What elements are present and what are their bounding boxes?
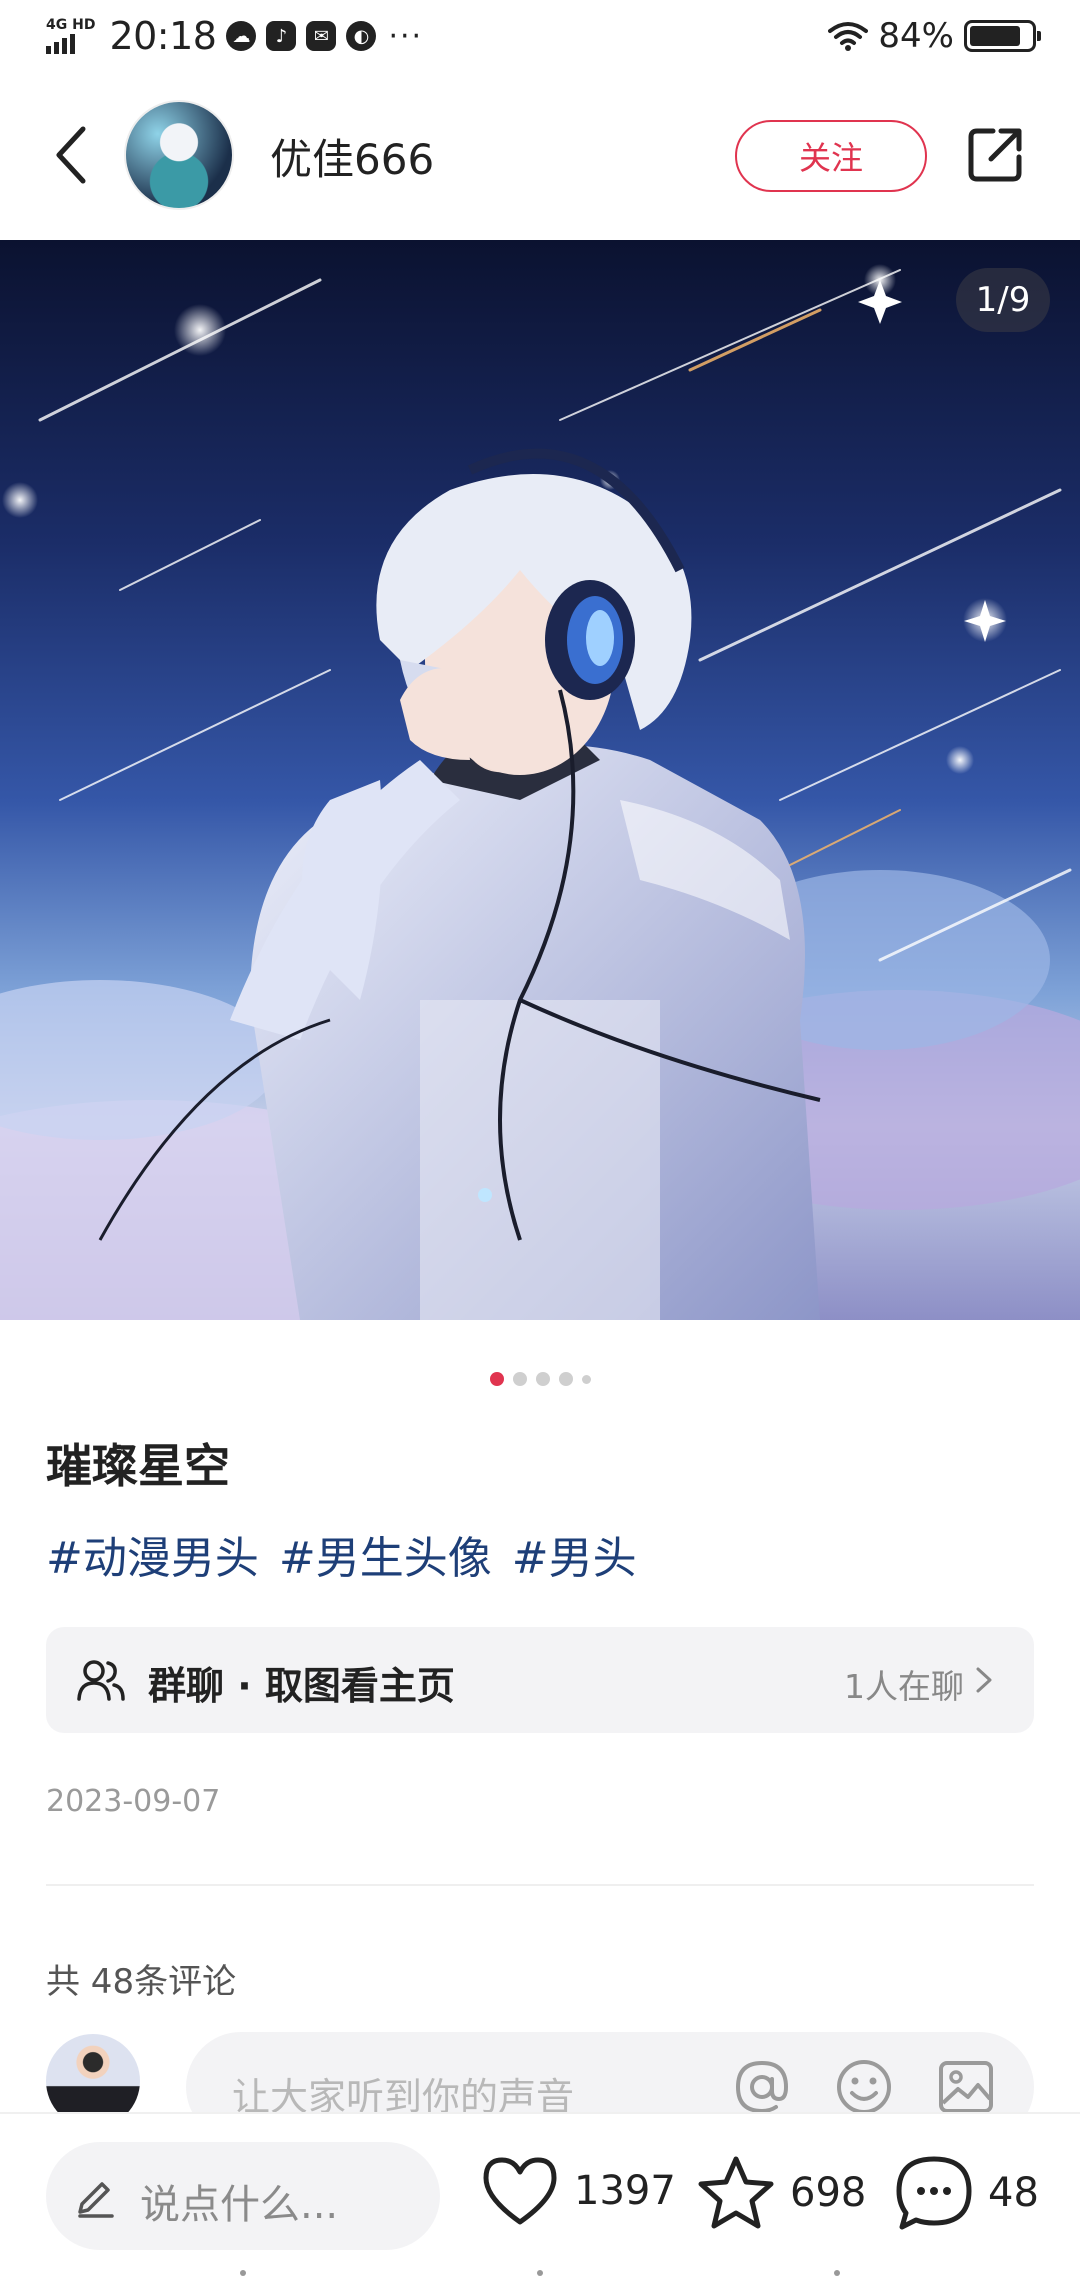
emoji-icon <box>837 2060 891 2114</box>
say-something-input[interactable]: 说点什么... <box>46 2142 440 2250</box>
star-icon <box>698 2156 774 2229</box>
back-arrow-icon <box>56 126 86 184</box>
carousel-dot <box>581 1374 591 1384</box>
wifi-icon <box>828 22 869 51</box>
back-button[interactable] <box>36 120 106 190</box>
carousel-dots <box>0 1372 1080 1386</box>
group-chat-card[interactable]: 群聊 · 取图看主页 1人在聊 <box>46 1627 1034 1733</box>
post-date: 2023-09-07 <box>46 1784 221 1819</box>
carousel-dot-active <box>489 1372 504 1386</box>
carousel-dot <box>558 1372 573 1386</box>
nav-dot <box>537 2270 543 2276</box>
at-icon <box>735 2060 789 2114</box>
author-name[interactable]: 优佳666 <box>270 126 434 187</box>
image-icon <box>939 2061 993 2113</box>
comment-bubble-icon <box>896 2156 972 2230</box>
like-button[interactable]: 1397 <box>480 2154 676 2228</box>
comment-count: 共 48条评论 <box>46 1962 237 2002</box>
post-title: 璀璨星空 <box>46 1439 230 1493</box>
like-count: 1397 <box>574 2168 676 2214</box>
group-users-icon <box>77 1660 125 1701</box>
image-page-indicator: 1/9 <box>956 268 1050 332</box>
planet-icon: ◐ <box>346 21 377 51</box>
chevron-right-icon <box>976 1667 992 1693</box>
share-button[interactable] <box>962 122 1028 188</box>
carousel-dot <box>512 1372 527 1386</box>
more-notifications-icon: ··· <box>388 18 424 54</box>
post-header: 优佳666 关注 <box>0 90 1080 220</box>
favorite-button[interactable]: 698 <box>696 2154 866 2232</box>
network-type: 4G HD <box>46 17 96 33</box>
cloud-icon: ☁ <box>226 21 257 51</box>
emoji-button[interactable] <box>834 2057 894 2117</box>
anime-starry-sky-illustration <box>0 264 1080 1320</box>
share-icon <box>968 128 1022 182</box>
battery-level <box>970 26 1021 46</box>
tag-link[interactable]: #男生头像 <box>279 1522 492 1586</box>
tag-link[interactable]: #男头 <box>512 1522 637 1586</box>
group-chat-title: 群聊 · 取图看主页 <box>148 1664 455 1708</box>
favorite-count: 698 <box>790 2170 867 2216</box>
nav-dot <box>834 2270 840 2276</box>
comment-button[interactable]: 48 <box>894 2154 1039 2232</box>
battery-percent: 84% <box>878 16 954 56</box>
status-time: 20:18 <box>109 14 217 58</box>
tag-link[interactable]: #动漫男头 <box>46 1522 259 1586</box>
mail-icon: ✉ <box>306 21 337 51</box>
pencil-icon <box>78 2182 114 2218</box>
follow-button[interactable]: 关注 <box>735 120 927 192</box>
image-button[interactable] <box>936 2057 996 2117</box>
post-tags: #动漫男头 #男生头像 #男头 <box>46 1522 637 1586</box>
heart-icon <box>483 2157 557 2225</box>
tiktok-icon: ♪ <box>266 21 297 51</box>
say-something-placeholder: 说点什么... <box>140 2182 339 2228</box>
post-image[interactable]: 1/9 <box>0 240 1080 1320</box>
mention-button[interactable] <box>732 2057 792 2117</box>
bottom-action-bar: 说点什么... 1397 698 48 <box>0 2112 1080 2280</box>
divider <box>46 1884 1034 1886</box>
status-bar: 4G HD 20:18 ☁ ♪ ✉ ◐ ··· 84% <box>0 0 1080 72</box>
cellular-signal-icon: 4G HD <box>46 18 95 54</box>
comment-count-badge: 48 <box>988 2170 1039 2216</box>
carousel-dot <box>535 1372 550 1386</box>
nav-dot <box>240 2270 246 2276</box>
author-avatar[interactable] <box>124 100 234 210</box>
battery-icon <box>964 20 1041 52</box>
group-chat-status: 1人在聊 <box>844 1667 964 1706</box>
